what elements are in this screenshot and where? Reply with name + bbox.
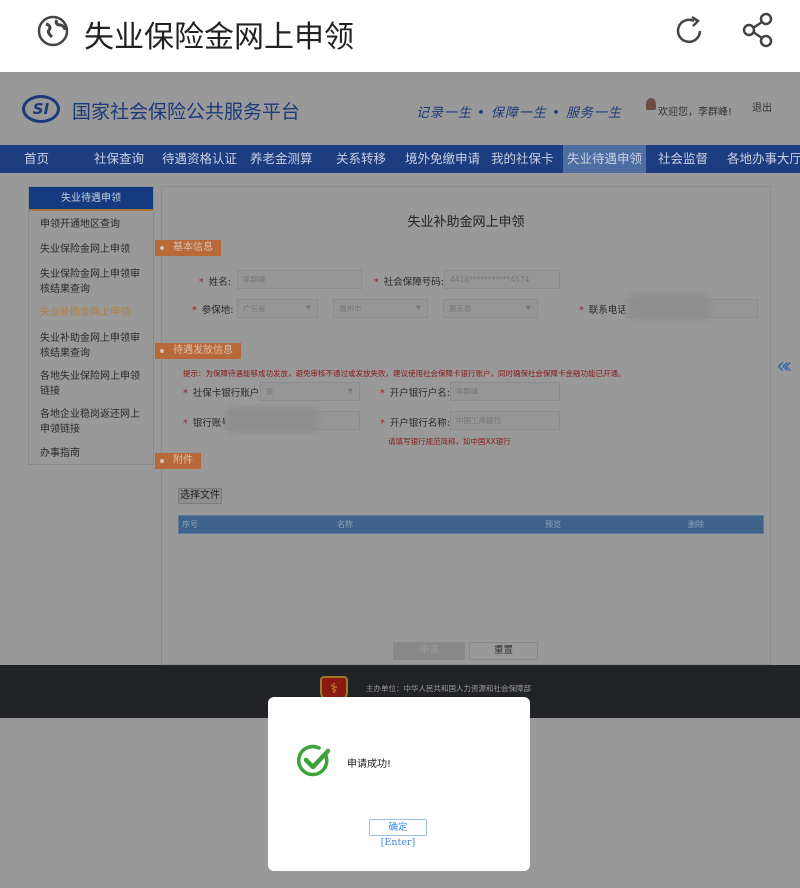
check-circle-icon [297, 744, 331, 777]
dialog-message: 申请成功! [347, 759, 392, 770]
globe-icon [37, 15, 69, 47]
app-bar: 失业保险金网上申领 [0, 0, 800, 72]
refresh-icon[interactable] [672, 14, 706, 48]
share-icon[interactable] [741, 12, 775, 48]
app-title: 失业保险金网上申领 [84, 20, 354, 55]
success-dialog: 申请成功! 确定 [Enter] [268, 697, 530, 871]
ok-button[interactable]: 确定 [Enter] [369, 819, 427, 848]
